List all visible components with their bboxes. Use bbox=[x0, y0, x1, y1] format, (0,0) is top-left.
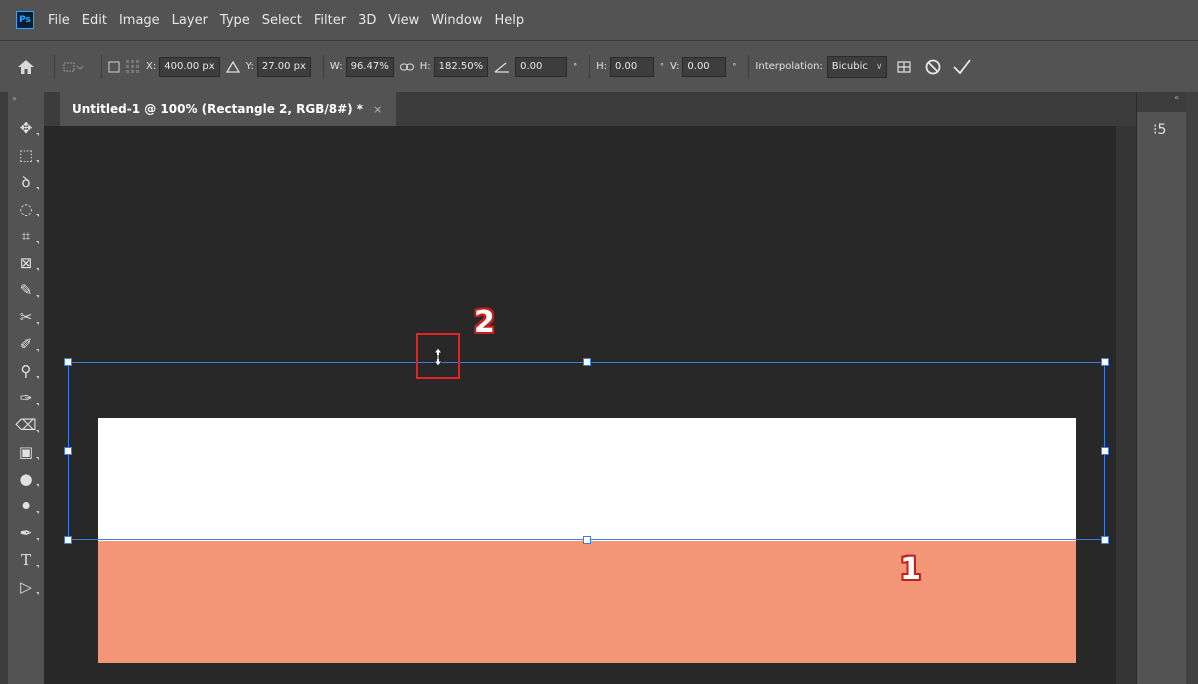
transform-bounding-box[interactable] bbox=[68, 362, 1105, 540]
vertical-resize-cursor-icon bbox=[432, 347, 444, 367]
toolbar-collapse-icon[interactable]: » bbox=[8, 92, 44, 114]
dodge-tool-icon[interactable]: ⚫ bbox=[8, 492, 44, 519]
reference-point-grid-icon[interactable] bbox=[126, 59, 140, 74]
pen-tool-icon[interactable]: ✒ bbox=[8, 519, 44, 546]
handle-bottom-right[interactable] bbox=[1101, 536, 1109, 544]
v-skew-label: V: bbox=[670, 61, 680, 72]
interpolation-label: Interpolation: bbox=[755, 61, 823, 72]
menu-3d[interactable]: 3D bbox=[358, 13, 376, 28]
menu-layer[interactable]: Layer bbox=[172, 13, 208, 28]
separator bbox=[589, 54, 591, 79]
frame-tool-icon[interactable]: ⊠ bbox=[8, 249, 44, 276]
degree-symbol: ° bbox=[732, 62, 737, 71]
menu-edit[interactable]: Edit bbox=[82, 13, 107, 28]
handle-bottom-center[interactable] bbox=[583, 536, 591, 544]
horizontal-skew-field[interactable]: 0.00 bbox=[610, 56, 654, 77]
y-label: Y: bbox=[245, 61, 254, 72]
menu-help[interactable]: Help bbox=[495, 13, 525, 28]
panel-collapse-icon[interactable]: « bbox=[1137, 92, 1187, 112]
crop-tool-icon[interactable]: ⌗ bbox=[8, 222, 44, 249]
panel-edge bbox=[1186, 92, 1198, 684]
right-panel-dock: « ⁝5 bbox=[1136, 92, 1187, 684]
eyedropper-tool-icon[interactable]: ✎ bbox=[8, 276, 44, 303]
cancel-transform-icon[interactable] bbox=[925, 59, 941, 75]
salmon-rectangle-layer[interactable] bbox=[98, 541, 1076, 663]
options-bar: X: 400.00 px Y: 27.00 px W: 96.47% H: 18… bbox=[0, 40, 1198, 92]
transform-preset-icon[interactable] bbox=[61, 60, 83, 74]
close-icon[interactable]: × bbox=[373, 103, 382, 116]
relative-position-icon[interactable] bbox=[225, 60, 240, 73]
quick-select-tool-icon[interactable]: ◌ bbox=[8, 195, 44, 222]
left-dock-edge bbox=[0, 92, 8, 684]
commit-transform-icon[interactable] bbox=[953, 58, 972, 75]
reference-point-checkbox[interactable] bbox=[108, 61, 120, 73]
w-label: W: bbox=[329, 61, 343, 72]
warp-mode-icon[interactable] bbox=[895, 58, 913, 76]
handle-top-left[interactable] bbox=[64, 358, 72, 366]
h-label: H: bbox=[419, 61, 431, 72]
menu-filter[interactable]: Filter bbox=[314, 13, 346, 28]
rotation-angle-field[interactable]: 0.00 bbox=[515, 56, 568, 77]
interpolation-select[interactable]: Bicubic ∨ bbox=[826, 55, 888, 78]
vertical-scrollbar[interactable] bbox=[1116, 126, 1136, 684]
height-field[interactable]: 182.50% bbox=[433, 56, 489, 77]
link-icon[interactable] bbox=[399, 63, 414, 71]
history-panel-icon[interactable]: ⁝5 bbox=[1153, 122, 1166, 138]
menu-file[interactable]: File bbox=[48, 13, 70, 28]
vertical-skew-field[interactable]: 0.00 bbox=[682, 56, 727, 77]
degree-symbol: ° bbox=[573, 62, 578, 71]
h-skew-label: H: bbox=[596, 61, 607, 72]
interpolation-value: Bicubic bbox=[831, 61, 868, 72]
menu-view[interactable]: View bbox=[388, 13, 419, 28]
degree-symbol: ° bbox=[660, 62, 664, 71]
step-1-callout: 1 bbox=[900, 552, 921, 587]
chevron-down-icon: ∨ bbox=[875, 61, 883, 72]
menu-window[interactable]: Window bbox=[431, 13, 482, 28]
blur-tool-icon[interactable]: ● bbox=[8, 465, 44, 492]
document-tab-bar: Untitled-1 @ 100% (Rectangle 2, RGB/8#) … bbox=[44, 92, 1136, 127]
width-field[interactable]: 96.47% bbox=[345, 56, 394, 77]
menu-select[interactable]: Select bbox=[262, 13, 302, 28]
photoshop-logo-icon: Ps bbox=[16, 11, 34, 29]
separator bbox=[54, 54, 55, 79]
type-tool-icon[interactable]: T bbox=[8, 546, 44, 573]
handle-top-center[interactable] bbox=[583, 358, 591, 366]
brush-tool-icon[interactable]: ✐ bbox=[8, 330, 44, 357]
menu-bar: Ps File Edit Image Layer Type Select Fil… bbox=[0, 0, 1198, 40]
menu-image[interactable]: Image bbox=[119, 13, 160, 28]
separator bbox=[322, 54, 324, 79]
gradient-tool-icon[interactable]: ▣ bbox=[8, 438, 44, 465]
stamp-tool-icon[interactable]: ⚲ bbox=[8, 357, 44, 384]
eraser-tool-icon[interactable]: ⌫ bbox=[8, 411, 44, 438]
home-icon[interactable] bbox=[18, 59, 34, 74]
handle-middle-right[interactable] bbox=[1101, 447, 1109, 455]
x-position-field[interactable]: 400.00 px bbox=[159, 56, 220, 77]
handle-middle-left[interactable] bbox=[64, 447, 72, 455]
menu-type[interactable]: Type bbox=[220, 13, 250, 28]
document-tab-title: Untitled-1 @ 100% (Rectangle 2, RGB/8#) … bbox=[72, 102, 364, 116]
handle-top-right[interactable] bbox=[1101, 358, 1109, 366]
marquee-tool-icon[interactable]: ⬚ bbox=[8, 141, 44, 168]
angle-icon bbox=[494, 61, 510, 73]
move-tool-icon[interactable]: ✥ bbox=[8, 114, 44, 141]
y-position-field[interactable]: 27.00 px bbox=[256, 56, 311, 77]
path-select-tool-icon[interactable]: ▷ bbox=[8, 573, 44, 600]
x-label: X: bbox=[146, 61, 157, 72]
lasso-tool-icon[interactable]: ꝺ bbox=[8, 168, 44, 195]
healing-tool-icon[interactable]: ✂ bbox=[8, 303, 44, 330]
step-2-callout: 2 bbox=[474, 305, 495, 340]
handle-bottom-left[interactable] bbox=[64, 536, 72, 544]
tools-panel: » ✥ ⬚ ꝺ ◌ ⌗ ⊠ ✎ ✂ ✐ ⚲ ✑ ⌫ ▣ ● ⚫ ✒ T ▷ bbox=[8, 92, 45, 684]
separator bbox=[748, 54, 750, 79]
document-tab[interactable]: Untitled-1 @ 100% (Rectangle 2, RGB/8#) … bbox=[60, 92, 397, 126]
history-brush-tool-icon[interactable]: ✑ bbox=[8, 384, 44, 411]
separator bbox=[101, 54, 102, 79]
